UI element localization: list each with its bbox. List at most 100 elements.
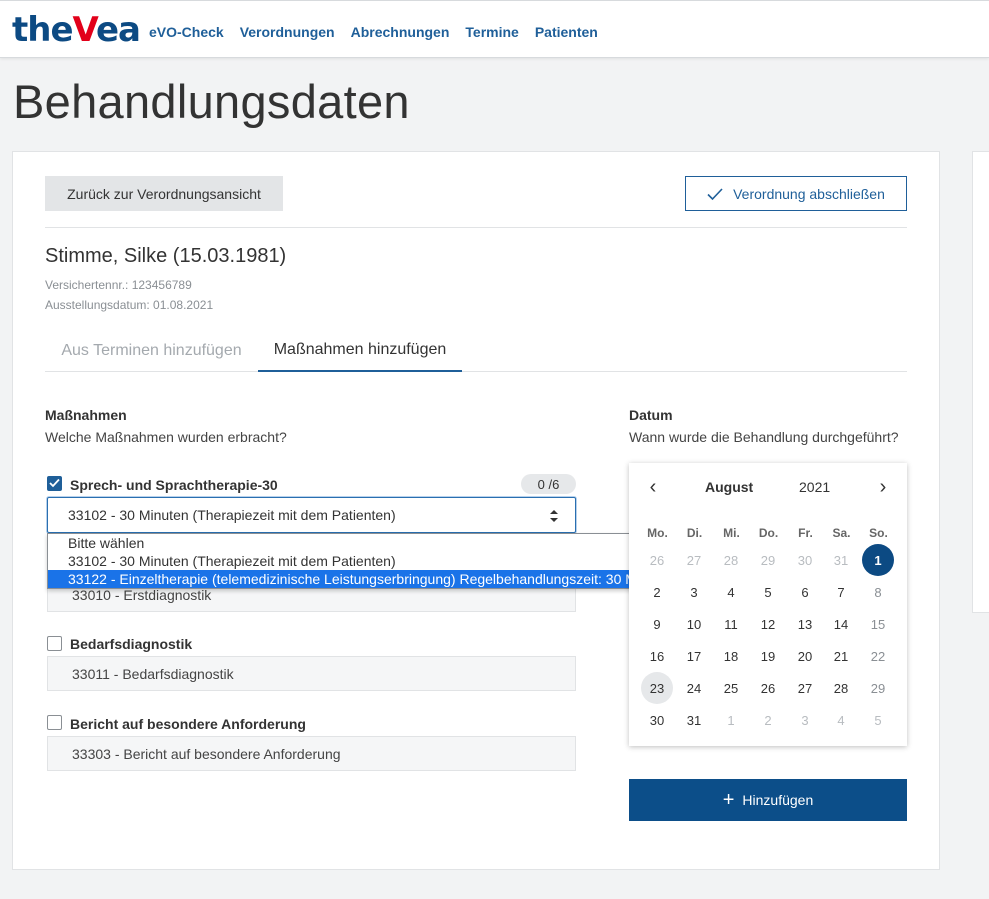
back-to-prescription-button[interactable]: Zurück zur Verordnungsansicht (45, 176, 283, 211)
weekday-header: So. (869, 526, 888, 540)
calendar-day[interactable]: 31 (678, 704, 710, 736)
calendar-day[interactable]: 31 (825, 544, 857, 576)
calendar-day[interactable]: 26 (641, 544, 673, 576)
calendar-day[interactable]: 2 (641, 576, 673, 608)
calendar-day[interactable]: 23 (641, 672, 673, 704)
measure-label-sprechtherapie: Sprech- und Sprachtherapie-30 (70, 477, 278, 493)
divider (45, 227, 907, 228)
calendar-day[interactable]: 16 (641, 640, 673, 672)
calendar-day[interactable]: 6 (789, 576, 821, 608)
dropdown-option[interactable]: Bitte wählen (48, 534, 674, 552)
weekday-header: Do. (758, 526, 779, 540)
calendar-day[interactable]: 17 (678, 640, 710, 672)
calendar-day[interactable]: 22 (862, 640, 894, 672)
side-panel (972, 151, 989, 613)
calendar-day[interactable]: 2 (752, 704, 784, 736)
calendar-day[interactable]: 13 (789, 608, 821, 640)
top-navigation-bar: theVea eVO-Check Verordnungen Abrechnung… (0, 0, 989, 58)
dropdown-option-highlighted[interactable]: 33122 - Einzeltherapie (telemedizinische… (48, 570, 675, 588)
nav-abrechnungen[interactable]: Abrechnungen (351, 24, 450, 40)
measure-label-bedarfsdiagnostik: Bedarfsdiagnostik (70, 636, 193, 652)
measures-subtitle: Welche Maßnahmen wurden erbracht? (45, 429, 287, 445)
calendar-day[interactable]: 4 (825, 704, 857, 736)
calendar-day[interactable]: 3 (678, 576, 710, 608)
logo-text-ea: ea (96, 10, 141, 50)
date-subtitle: Wann wurde die Behandlung durchgeführt? (629, 429, 899, 445)
calendar-day[interactable]: 3 (789, 704, 821, 736)
finish-prescription-label: Verordnung abschließen (733, 185, 885, 202)
weekday-header: Mo. (647, 526, 668, 540)
tab-bar: Aus Terminen hinzufügen Maßnahmen hinzuf… (45, 330, 907, 372)
nav-verordnungen[interactable]: Verordnungen (240, 24, 335, 40)
calendar-day[interactable]: 30 (641, 704, 673, 736)
calendar-day[interactable]: 30 (789, 544, 821, 576)
issue-date: Ausstellungsdatum: 01.08.2021 (45, 298, 214, 312)
calendar-day[interactable]: 25 (715, 672, 747, 704)
calendar-year[interactable]: 2021 (799, 479, 830, 495)
calendar-day[interactable]: 18 (715, 640, 747, 672)
measure-value-bedarfsdiagnostik: 33011 - Bedarfsdiagnostik (47, 656, 576, 691)
insurance-number: Versichertennr.: 123456789 (45, 278, 192, 292)
tab-add-measures[interactable]: Maßnahmen hinzufügen (258, 330, 462, 372)
calendar-day[interactable]: 1 (862, 544, 894, 576)
calendar-day[interactable]: 5 (752, 576, 784, 608)
patient-name: Stimme, Silke (15.03.1981) (45, 245, 287, 267)
add-button[interactable]: + Hinzufügen (629, 779, 907, 821)
dropdown-option[interactable]: 33102 - 30 Minuten (Therapiezeit mit dem… (48, 552, 674, 570)
calendar-day[interactable]: 4 (715, 576, 747, 608)
plus-icon: + (722, 789, 735, 811)
calendar-day[interactable]: 15 (862, 608, 894, 640)
calendar-day[interactable]: 8 (862, 576, 894, 608)
weekday-header: Sa. (832, 526, 851, 540)
select-arrows-icon (550, 510, 558, 522)
calendar-day[interactable]: 27 (789, 672, 821, 704)
measure-select-value: 33102 - 30 Minuten (Therapiezeit mit dem… (68, 507, 396, 523)
thevea-logo[interactable]: theVea (12, 9, 141, 51)
calendar-day[interactable]: 29 (862, 672, 894, 704)
add-button-label: Hinzufügen (742, 792, 814, 808)
checkbox-bedarfsdiagnostik[interactable] (47, 636, 62, 651)
calendar-day[interactable]: 12 (752, 608, 784, 640)
weekday-header: Mi. (723, 526, 740, 540)
date-picker-calendar: ‹ August 2021 › Mo. Di. Mi. Do. Fr. Sa. So. 26 2… (629, 463, 907, 746)
calendar-day[interactable]: 19 (752, 640, 784, 672)
next-month-icon[interactable]: › (873, 475, 893, 499)
measure-counter-badge: 0 /6 (521, 474, 576, 494)
calendar-day[interactable]: 14 (825, 608, 857, 640)
page-title: Behandlungsdaten (13, 75, 410, 128)
weekday-header: Di. (686, 526, 703, 540)
checkmark-icon (707, 187, 723, 200)
date-title: Datum (629, 407, 673, 423)
measures-title: Maßnahmen (45, 407, 127, 423)
measure-dropdown-list: Bitte wählen 33102 - 30 Minuten (Therapi… (47, 533, 675, 589)
calendar-day[interactable]: 9 (641, 608, 673, 640)
finish-prescription-button[interactable]: Verordnung abschließen (685, 176, 907, 211)
calendar-day[interactable]: 26 (752, 672, 784, 704)
calendar-day[interactable]: 11 (715, 608, 747, 640)
check-icon (49, 478, 60, 488)
prev-month-icon[interactable]: ‹ (643, 475, 663, 499)
tab-from-appointments[interactable]: Aus Terminen hinzufügen (45, 330, 258, 372)
calendar-day[interactable]: 28 (825, 672, 857, 704)
main-nav: eVO-Check Verordnungen Abrechnungen Term… (149, 24, 598, 40)
calendar-day[interactable]: 27 (678, 544, 710, 576)
calendar-day[interactable]: 28 (715, 544, 747, 576)
logo-text-the: the (12, 10, 74, 50)
calendar-day[interactable]: 1 (715, 704, 747, 736)
checkbox-sprechtherapie[interactable] (47, 476, 62, 491)
nav-patienten[interactable]: Patienten (535, 24, 598, 40)
calendar-day[interactable]: 10 (678, 608, 710, 640)
calendar-day[interactable]: 21 (825, 640, 857, 672)
calendar-day[interactable]: 7 (825, 576, 857, 608)
nav-termine[interactable]: Termine (465, 24, 518, 40)
calendar-day[interactable]: 24 (678, 672, 710, 704)
calendar-day[interactable]: 29 (752, 544, 784, 576)
logo-text-accent: V (72, 10, 97, 50)
calendar-day[interactable]: 5 (862, 704, 894, 736)
calendar-day[interactable]: 20 (789, 640, 821, 672)
nav-evo-check[interactable]: eVO-Check (149, 24, 224, 40)
measure-value-bericht: 33303 - Bericht auf besondere Anforderun… (47, 736, 576, 771)
measure-select[interactable]: 33102 - 30 Minuten (Therapiezeit mit dem… (47, 497, 576, 533)
checkbox-bericht[interactable] (47, 715, 62, 730)
calendar-month[interactable]: August (705, 479, 753, 495)
